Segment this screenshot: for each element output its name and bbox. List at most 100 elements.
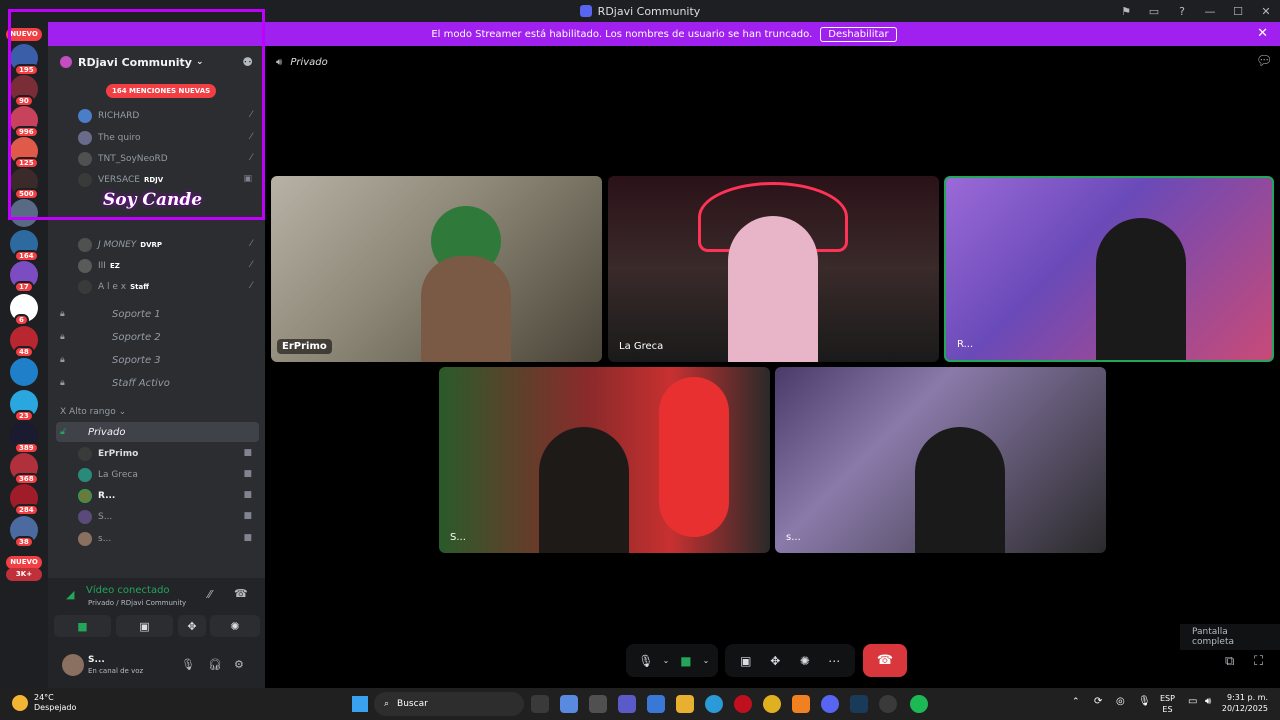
- clock[interactable]: 9:31 p. m. 20/12/2025: [1222, 692, 1268, 714]
- category-alto-rango[interactable]: X Alto rango ⌄: [60, 407, 126, 417]
- server-icon[interactable]: 90: [10, 75, 38, 107]
- share-screen-button[interactable]: ▣: [116, 615, 173, 637]
- server-icon[interactable]: [10, 358, 38, 386]
- edge-icon[interactable]: [705, 695, 723, 713]
- channel-privado[interactable]: 🔓︎ Privado: [56, 422, 259, 442]
- spotify-icon[interactable]: [910, 695, 928, 713]
- server-icon[interactable]: 17: [10, 261, 38, 293]
- server-icon[interactable]: 6: [10, 294, 38, 326]
- new-mentions-pill[interactable]: 164 MENCIONES NUEVAS: [106, 84, 217, 98]
- screen-icon[interactable]: ▭: [1140, 5, 1168, 18]
- close-icon[interactable]: ✕: [1257, 26, 1268, 41]
- pop-out-icon[interactable]: ⧉: [1225, 654, 1234, 669]
- noise-suppression-icon[interactable]: ⁄⁄: [208, 588, 212, 601]
- video-tile-s[interactable]: S...: [439, 367, 770, 553]
- list-item[interactable]: RICHARD ⁄: [78, 106, 258, 126]
- list-item[interactable]: VERSACE RDJV ▣: [78, 170, 258, 190]
- disable-streamer-button[interactable]: Deshabilitar: [820, 26, 897, 42]
- server-icon[interactable]: 164: [10, 230, 39, 262]
- minimize-button[interactable]: —: [1196, 5, 1224, 18]
- soundboard-icon[interactable]: ✺: [790, 654, 820, 668]
- chat-icon[interactable]: 💬︎: [1256, 54, 1273, 69]
- hang-up-button[interactable]: ☎: [863, 644, 907, 677]
- network-icon[interactable]: ▭: [1188, 696, 1197, 707]
- inbox-icon[interactable]: ⚑: [1112, 5, 1140, 18]
- sync-icon[interactable]: ⟳: [1094, 696, 1102, 707]
- headphones-icon[interactable]: 🎧︎: [208, 658, 222, 671]
- app-icon[interactable]: [589, 695, 607, 713]
- server-icon[interactable]: 996: [10, 106, 39, 138]
- server-header[interactable]: RDjavi Community ⌄ ⚉: [48, 46, 265, 78]
- close-window-button[interactable]: ✕: [1252, 5, 1280, 18]
- video-tile-la-greca[interactable]: La Greca: [608, 176, 939, 362]
- server-icon[interactable]: 38: [10, 516, 38, 548]
- discord-icon[interactable]: [821, 695, 839, 713]
- video-tile-s-lower[interactable]: s...: [775, 367, 1106, 553]
- voice-status[interactable]: Vídeo conectado: [40, 585, 170, 596]
- chevron-down-icon[interactable]: ⌄: [700, 656, 712, 665]
- language-indicator[interactable]: ESP ES: [1160, 693, 1175, 715]
- server-icon[interactable]: 23: [10, 390, 38, 422]
- more-icon[interactable]: ⋯: [820, 654, 850, 668]
- mic-icon[interactable]: 🎙︎: [181, 658, 195, 671]
- store-icon[interactable]: [647, 695, 665, 713]
- list-item[interactable]: TNT_SoyNeoRD ⁄: [78, 149, 258, 169]
- voice-user[interactable]: S... ■: [78, 507, 258, 527]
- camera-button[interactable]: ■: [54, 615, 111, 637]
- gear-icon[interactable]: ⚙: [234, 658, 244, 671]
- list-item[interactable]: III EZ ⁄: [78, 256, 258, 276]
- channel-soporte-3[interactable]: 🔒︎ Soporte 3: [56, 350, 259, 370]
- fullscreen-icon[interactable]: ⛶: [1254, 654, 1263, 669]
- chevron-up-icon[interactable]: ⌃: [1072, 697, 1080, 707]
- copilot-icon[interactable]: [560, 695, 578, 713]
- weather-widget[interactable]: 24°C Despejado: [12, 693, 76, 713]
- voice-user[interactable]: R... ■: [78, 486, 258, 506]
- server-icon[interactable]: 195: [10, 44, 39, 76]
- taskbar-search[interactable]: ⌕ Buscar: [374, 692, 524, 716]
- channel-soporte-1[interactable]: 🔒︎ Soporte 1: [56, 304, 259, 324]
- app-icon[interactable]: [879, 695, 897, 713]
- activities-icon[interactable]: ✥: [761, 654, 791, 668]
- voice-user[interactable]: La Greca ■: [78, 465, 258, 485]
- mic-icon[interactable]: 🎙︎: [1138, 696, 1151, 707]
- channel-soporte-2[interactable]: 🔒︎ Soporte 2: [56, 327, 259, 347]
- disconnect-icon[interactable]: ☎: [234, 587, 248, 600]
- task-view-icon[interactable]: [531, 695, 549, 713]
- steam-icon[interactable]: [850, 695, 868, 713]
- chrome-icon[interactable]: [763, 695, 781, 713]
- server-icon[interactable]: 284: [10, 484, 39, 516]
- teams-icon[interactable]: [618, 695, 636, 713]
- search-icon: ⌕: [384, 699, 390, 709]
- app-icon[interactable]: [792, 695, 810, 713]
- server-icon[interactable]: 48: [10, 326, 38, 358]
- windows-start-icon[interactable]: [352, 696, 368, 712]
- server-icon[interactable]: 125: [10, 137, 39, 169]
- server-icon[interactable]: 368: [10, 453, 39, 485]
- maximize-button[interactable]: ☐: [1224, 5, 1252, 18]
- voice-user[interactable]: s... ■: [78, 529, 258, 549]
- activities-button[interactable]: ✥: [178, 615, 206, 637]
- mic-icon[interactable]: 🎙︎: [632, 654, 660, 668]
- camera-icon[interactable]: ■: [672, 654, 700, 668]
- volume-icon[interactable]: 🔊︎: [1205, 696, 1211, 707]
- tray-icon[interactable]: ◎: [1116, 696, 1125, 707]
- server-icon[interactable]: 500: [10, 168, 39, 200]
- invite-icon[interactable]: ⚉: [242, 55, 253, 69]
- help-icon[interactable]: ?: [1168, 5, 1196, 18]
- soundboard-button[interactable]: ✺: [210, 615, 260, 637]
- list-item[interactable]: A l e x Staff ⁄: [78, 277, 258, 297]
- share-screen-icon[interactable]: ▣: [731, 654, 761, 668]
- chevron-down-icon[interactable]: ⌄: [660, 656, 672, 665]
- list-item[interactable]: The quiro ⁄: [78, 128, 258, 148]
- video-tile-erprimo[interactable]: ErPrimo: [271, 176, 602, 362]
- file-explorer-icon[interactable]: [676, 695, 694, 713]
- channel-staff-activo[interactable]: 🔒︎ Staff Activo: [56, 373, 259, 393]
- voice-channel-path[interactable]: Privado / RDjavi Community: [88, 599, 186, 607]
- server-icon[interactable]: 389: [10, 422, 39, 454]
- list-item[interactable]: J MONEY DVRP ⁄: [78, 235, 258, 255]
- video-tile-r[interactable]: R...: [944, 176, 1274, 362]
- server-icon[interactable]: [10, 199, 38, 227]
- avatar[interactable]: [62, 654, 84, 676]
- opera-icon[interactable]: [734, 695, 752, 713]
- voice-user[interactable]: ErPrimo ■: [78, 444, 258, 464]
